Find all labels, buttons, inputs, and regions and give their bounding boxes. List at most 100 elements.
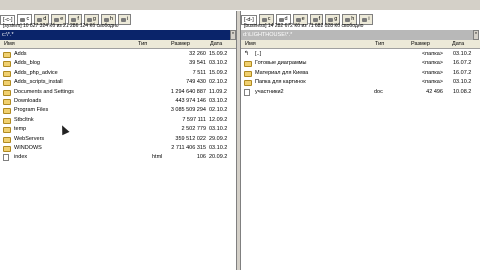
list-item[interactable]: ↰ [..] <папка> 03.10.2 <box>241 50 480 59</box>
list-item[interactable]: Downloads 443 974 146 03.10.2 <box>0 97 236 106</box>
folder-icon <box>3 70 11 77</box>
left-column-headers: Имя Тип Размер Дата <box>0 40 236 49</box>
file-name: участники2 <box>255 88 284 95</box>
left-history-button[interactable]: * <box>230 30 236 40</box>
file-date: 02.10.2 <box>209 107 228 114</box>
file-name: Папка для картинок <box>255 79 306 86</box>
file-type: html <box>152 154 163 161</box>
list-item[interactable]: Adds 32 260 15.09.2 <box>0 50 236 59</box>
left-file-list: Adds 32 260 15.09.2 Adds_blog 39 541 03.10.2 A… <box>0 50 236 163</box>
file-date: 03.10.2 <box>209 144 228 151</box>
file-name: Adds_blog <box>14 60 40 67</box>
file-date: 10.08.2 <box>453 88 472 95</box>
column-date-header[interactable]: Дата <box>210 40 222 49</box>
right-file-list: ↰ [..] <папка> 03.10.2 Готовые диаграммы <пап… <box>241 50 480 97</box>
list-item[interactable]: Stbcltnk 7 597 111 12.09.2 <box>0 116 236 125</box>
file-name: index <box>14 154 28 161</box>
file-size: 7 597 111 <box>182 116 206 123</box>
file-date: 11.09.2 <box>209 88 227 95</box>
list-item[interactable]: WINDOWS 2 711 406 315 03.10.2 <box>0 144 236 153</box>
column-date-header[interactable]: Дата <box>452 40 464 49</box>
list-item[interactable]: участники2 doc 42 496 10.08.2 <box>241 88 480 97</box>
column-type-header[interactable]: Тип <box>138 40 147 49</box>
disk-icon <box>345 17 351 22</box>
file-type: doc <box>374 88 383 95</box>
toolbar-strip <box>0 0 480 10</box>
disk-icon <box>121 17 127 22</box>
folder-icon <box>244 80 252 87</box>
folder-icon <box>244 70 252 77</box>
file-date: 03.10.2 <box>453 79 472 86</box>
disk-icon <box>86 17 92 22</box>
right-history-button[interactable]: * <box>473 30 479 40</box>
folder-icon <box>3 98 11 105</box>
column-size-header[interactable]: Размер <box>171 40 190 49</box>
right-volume-info: [business] 14 282 672 Кб из 71 682 028 К… <box>244 23 364 29</box>
file-date: 03.10.2 <box>453 51 472 57</box>
list-item[interactable]: WebServers 359 512 022 29.09.2 <box>0 135 236 144</box>
file-date: 15.09.2 <box>209 51 228 57</box>
folder-icon <box>3 52 11 58</box>
file-size: 106 <box>196 154 206 161</box>
list-item[interactable]: Program Files 3 085 509 294 02.10.2 <box>0 106 236 115</box>
file-size: <папка> <box>421 79 443 86</box>
file-name: Adds_php_advice <box>14 69 58 76</box>
list-item[interactable]: Материал для Киева <папка> 16.07.2 <box>241 69 480 78</box>
file-date: 03.10.2 <box>209 126 228 133</box>
file-size: <папка> <box>421 51 443 57</box>
file-icon <box>244 88 250 96</box>
file-size: 32 260 <box>189 51 206 57</box>
file-date: 15.09.2 <box>209 69 228 76</box>
disk-icon <box>261 17 267 22</box>
file-name: [..] <box>255 51 262 57</box>
disk-icon <box>37 17 43 22</box>
file-size: 359 512 022 <box>175 135 206 142</box>
folder-icon <box>3 108 11 115</box>
file-name: WebServers <box>14 135 45 142</box>
file-date: 29.09.2 <box>209 135 228 142</box>
right-column-headers: Имя Тип Размер Дата <box>241 40 480 49</box>
column-size-header[interactable]: Размер <box>411 40 430 49</box>
list-item[interactable]: Adds_blog 39 541 03.10.2 <box>0 59 236 68</box>
file-name: Stbcltnk <box>14 116 34 123</box>
file-date: 16.07.2 <box>453 60 472 67</box>
file-size: 443 974 146 <box>175 97 206 104</box>
file-name: Готовые диаграммы <box>255 60 307 67</box>
file-date: 02.10.2 <box>209 79 228 86</box>
folder-icon <box>3 145 11 152</box>
file-name: Материал для Киева <box>255 69 309 76</box>
file-size: 42 496 <box>426 88 443 95</box>
file-size: 2 711 406 315 <box>171 144 206 151</box>
file-name: Documents and Settings <box>14 88 74 95</box>
list-item[interactable]: Documents and Settings 1 294 640 887 11.09… <box>0 88 236 97</box>
column-name-header[interactable]: Имя <box>245 40 256 49</box>
file-name: Downloads <box>14 97 42 104</box>
list-item[interactable]: index html 106 20.09.2 <box>0 153 236 162</box>
list-item[interactable]: Adds_scripts_install 749 430 02.10.2 <box>0 78 236 87</box>
file-date: 16.07.2 <box>453 69 472 76</box>
file-size: 3 085 509 294 <box>170 107 206 114</box>
column-type-header[interactable]: Тип <box>375 40 384 49</box>
disk-icon <box>328 17 334 22</box>
file-size: 1 294 640 887 <box>170 88 206 95</box>
folder-icon <box>3 136 11 143</box>
file-name: WINDOWS <box>14 144 42 151</box>
file-size: <папка> <box>421 60 443 67</box>
file-size: 2 502 779 <box>181 126 206 133</box>
folder-icon <box>3 127 11 134</box>
list-item[interactable]: Готовые диаграммы <папка> 16.07.2 <box>241 59 480 68</box>
folder-icon <box>3 61 11 68</box>
folder-icon <box>244 61 252 68</box>
column-name-header[interactable]: Имя <box>4 40 15 49</box>
disk-icon <box>20 17 26 22</box>
list-item[interactable]: temp 2 502 779 03.10.2 <box>0 125 236 134</box>
disk-icon <box>71 17 77 22</box>
file-name: Adds <box>14 51 27 57</box>
folder-icon <box>3 80 11 87</box>
list-item[interactable]: Папка для картинок <папка> 03.10.2 <box>241 78 480 87</box>
disk-icon <box>103 17 109 22</box>
file-date: 03.10.2 <box>209 60 228 67</box>
file-date: 12.09.2 <box>209 116 228 123</box>
file-name: Program Files <box>14 107 49 114</box>
list-item[interactable]: Adds_php_advice 7 511 15.09.2 <box>0 69 236 78</box>
